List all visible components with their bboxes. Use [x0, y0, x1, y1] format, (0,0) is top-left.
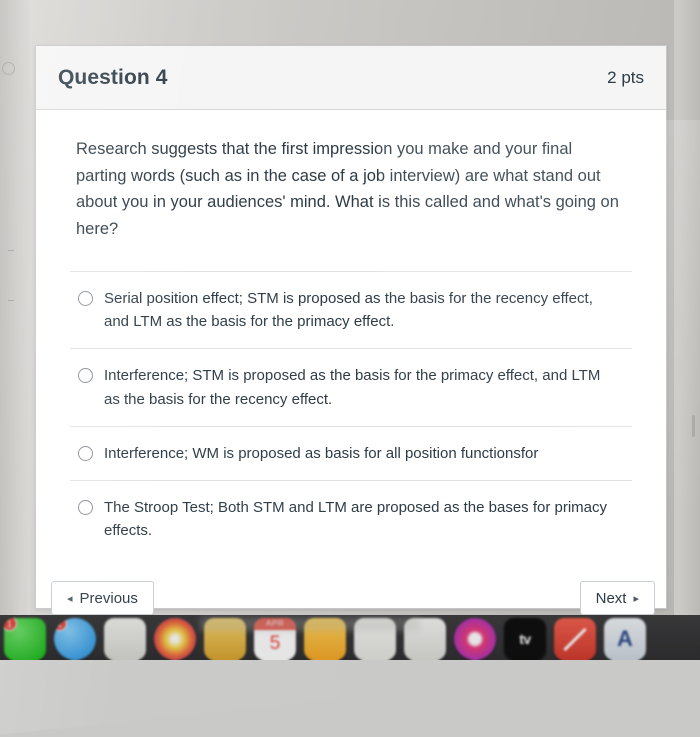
edge-tick	[8, 250, 14, 251]
previous-button[interactable]: ◂ Previous	[51, 581, 154, 615]
dock-app-books[interactable]	[104, 618, 146, 660]
question-header: Question 4 2 pts	[36, 46, 666, 110]
apple-tv-label: tv	[519, 631, 531, 647]
dock-app-app-store[interactable]: A	[604, 618, 646, 660]
scrollbar-thumb[interactable]	[692, 415, 695, 437]
edge-tick	[8, 300, 14, 301]
question-points: 2 pts	[607, 67, 644, 87]
radio-button-icon[interactable]	[78, 290, 93, 306]
notification-badge: 1	[54, 618, 67, 631]
answer-list: Serial position effect; STM is proposed …	[70, 270, 632, 558]
window-control-dot-icon	[2, 62, 15, 75]
app-store-label: A	[617, 626, 633, 651]
question-title: Question 4	[58, 65, 168, 89]
question-card: Question 4 2 pts Research suggests that …	[35, 45, 667, 609]
dock-smudge	[200, 617, 420, 631]
dock-app-music[interactable]	[454, 618, 496, 660]
window-right-edge	[674, 0, 700, 615]
dock-app-no-entry[interactable]	[554, 618, 596, 660]
chevron-right-icon: ▸	[633, 592, 639, 605]
question-prompt: Research suggests that the first impress…	[76, 140, 619, 239]
next-button-label: Next	[595, 589, 627, 607]
answer-label: The Stroop Test; Both STM and LTM are pr…	[104, 499, 608, 540]
answer-option-1[interactable]: Serial position effect; STM is proposed …	[70, 272, 632, 350]
radio-button-icon[interactable]	[78, 500, 93, 516]
answer-option-4[interactable]: The Stroop Test; Both STM and LTM are pr…	[70, 481, 632, 558]
answer-label: Interference; WM is proposed as basis fo…	[104, 444, 539, 462]
dock-app-facetime[interactable]: 1	[54, 618, 96, 660]
notification-badge: 1	[4, 618, 17, 631]
window-left-edge	[0, 0, 30, 615]
answer-option-3[interactable]: Interference; WM is proposed as basis fo…	[70, 427, 632, 482]
radio-button-icon[interactable]	[78, 368, 93, 384]
answer-label: Serial position effect; STM is proposed …	[104, 289, 593, 331]
question-body: Research suggests that the first impress…	[36, 110, 666, 564]
answer-option-2[interactable]: Interference; STM is proposed as the bas…	[70, 349, 632, 427]
dock-app-apple-tv[interactable]: tv	[504, 618, 546, 660]
calendar-day-label: 5	[269, 633, 281, 654]
answer-label: Interference; STM is proposed as the bas…	[104, 367, 601, 408]
next-button[interactable]: Next ▸	[579, 581, 655, 615]
radio-button-icon[interactable]	[78, 445, 93, 461]
quiz-navigation: ◂ Previous Next ▸	[35, 581, 665, 617]
macos-dock: 1 1 APR 5 tv A	[0, 615, 700, 660]
dock-app-photos[interactable]	[154, 618, 196, 660]
previous-button-label: Previous	[79, 589, 138, 607]
dock-app-messages[interactable]: 1	[4, 618, 46, 660]
chevron-left-icon: ◂	[67, 592, 73, 605]
